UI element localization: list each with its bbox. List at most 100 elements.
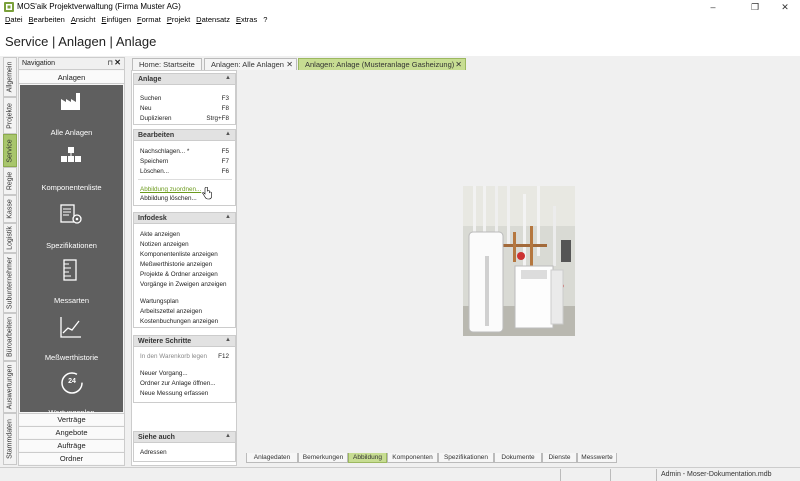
navigation-header: Navigation ⊓ ✕ xyxy=(19,58,124,70)
window-title: MOS'aik Projektverwaltung (Firma Muster … xyxy=(17,2,181,11)
btab-abbildung[interactable]: Abbildung xyxy=(348,453,387,463)
close-tab-icon[interactable]: ✕ xyxy=(286,59,293,70)
menu-bar: Datei Bearbeiten Ansicht Einfügen Format Proj… xyxy=(0,14,800,26)
vtab-service[interactable]: Service xyxy=(3,134,17,167)
group-infodesk: Infodesk ▲ Akte anzeigen Notizen anzeigen… xyxy=(133,212,236,328)
collapse-icon[interactable]: ▲ xyxy=(225,75,231,81)
close-tab-icon[interactable]: ✕ xyxy=(455,59,462,70)
status-divider xyxy=(610,469,611,481)
vtab-regie[interactable]: Regie xyxy=(3,167,17,195)
action-messwerthistorie-anzeigen[interactable]: Meßwerthistorie anzeigen xyxy=(140,261,212,268)
group-title: Siehe auch xyxy=(138,434,175,441)
nav-item-spezifikationen[interactable]: Spezifikationen xyxy=(20,198,123,258)
group-anlage: Anlage ▲ Suchen F3 Neu F8 Duplizieren Strg+F… xyxy=(133,73,236,125)
title-bar: MOS'aik Projektverwaltung (Firma Muster … xyxy=(0,0,800,14)
tab-anlage-musteranlage[interactable]: Anlagen: Anlage (Musteranlage Gasheizung… xyxy=(298,58,466,70)
action-abbildung-zuordnen[interactable]: Abbildung zuordnen... xyxy=(140,186,201,193)
menu-extras[interactable]: Extras xyxy=(236,14,257,26)
tab-startseite[interactable]: Home: Startseite xyxy=(132,58,202,70)
menu-datei[interactable]: Datei xyxy=(5,14,23,26)
btab-dienste[interactable]: Dienste xyxy=(542,453,577,463)
specification-gear-icon xyxy=(60,204,82,224)
restore-button[interactable]: ❐ xyxy=(740,0,770,14)
nav-item-alle-anlagen[interactable]: Alle Anlagen xyxy=(20,85,123,145)
vtab-auswertungen[interactable]: Auswertungen xyxy=(3,361,17,413)
collapse-icon[interactable]: ▲ xyxy=(225,337,231,343)
action-kostenbuchungen-anzeigen[interactable]: Kostenbuchungen anzeigen xyxy=(140,318,218,325)
vertical-tab-strip: Allgemein Projekte Service Regie Kasse L… xyxy=(2,57,18,465)
vtab-bueroarbeiten[interactable]: Büroarbeiten xyxy=(3,313,17,361)
factory-icon xyxy=(61,93,80,110)
tab-alle-anlagen[interactable]: Anlagen: Alle Anlagen ✕ xyxy=(204,58,297,70)
group-title: Weitere Schritte xyxy=(138,338,192,345)
nav-bottom-auftraege[interactable]: Aufträge xyxy=(19,439,124,451)
menu-bearbeiten[interactable]: Bearbeiten xyxy=(29,14,65,26)
group-title: Anlage xyxy=(138,76,162,83)
action-loeschen[interactable]: Löschen... xyxy=(140,168,169,175)
action-akte-anzeigen[interactable]: Akte anzeigen xyxy=(140,231,180,238)
menu-help[interactable]: ? xyxy=(263,14,267,26)
btab-dokumente[interactable]: Dokumente xyxy=(494,453,542,463)
group-title: Infodesk xyxy=(138,215,167,222)
action-arbeitszettel-anzeigen[interactable]: Arbeitszettel anzeigen xyxy=(140,308,202,315)
action-vorgaenge-anzeigen[interactable]: Vorgänge in Zweigen anzeigen xyxy=(140,281,226,288)
action-projekte-ordner-anzeigen[interactable]: Projekte & Ordner anzeigen xyxy=(140,271,218,278)
btab-komponenten[interactable]: Komponenten xyxy=(387,453,438,463)
document-tabs: Home: Startseite Anlagen: Alle Anlagen ✕ … xyxy=(132,58,800,70)
action-neu[interactable]: Neu xyxy=(140,105,152,112)
vtab-allgemein[interactable]: Allgemein xyxy=(3,57,17,97)
nav-bottom-angebote[interactable]: Angebote xyxy=(19,426,124,438)
btab-messwerte[interactable]: Messwerte xyxy=(577,453,617,463)
action-ordner-oeffnen[interactable]: Ordner zur Anlage öffnen... xyxy=(140,380,216,387)
collapse-icon[interactable]: ▲ xyxy=(225,214,231,220)
navigation-title: Navigation xyxy=(22,60,56,67)
menu-einfuegen[interactable]: Einfügen xyxy=(101,14,131,26)
group-siehe-auch: Siehe auch ▲ Adressen xyxy=(133,431,236,462)
action-pane: Anlage ▲ Suchen F3 Neu F8 Duplizieren Strg+F… xyxy=(131,70,237,466)
action-notizen-anzeigen[interactable]: Notizen anzeigen xyxy=(140,241,189,248)
components-icon xyxy=(61,147,81,162)
page-title: Service | Anlagen | Anlage xyxy=(5,34,157,49)
vtab-kasse[interactable]: Kasse xyxy=(3,195,17,223)
action-duplizieren[interactable]: Duplizieren xyxy=(140,115,172,122)
action-wartungsplan[interactable]: Wartungsplan xyxy=(140,298,179,305)
action-suchen[interactable]: Suchen xyxy=(140,95,161,102)
btab-bemerkungen[interactable]: Bemerkungen xyxy=(298,453,348,463)
vtab-stammdaten[interactable]: Stammdaten xyxy=(3,413,17,465)
vtab-logistik[interactable]: Logistik xyxy=(3,223,17,253)
pin-icon[interactable]: ⊓ xyxy=(108,59,113,67)
action-neuer-vorgang[interactable]: Neuer Vorgang... xyxy=(140,370,188,377)
action-warenkorb[interactable]: In den Warenkorb legen xyxy=(140,353,207,360)
menu-ansicht[interactable]: Ansicht xyxy=(71,14,96,26)
collapse-icon[interactable]: ▲ xyxy=(225,433,231,439)
nav-bottom-ordner[interactable]: Ordner xyxy=(19,452,124,464)
nav-bottom-vertraege[interactable]: Verträge xyxy=(19,413,124,425)
nav-item-komponentenliste[interactable]: Komponentenliste xyxy=(20,140,123,200)
action-komponentenliste-anzeigen[interactable]: Komponentenliste anzeigen xyxy=(140,251,218,258)
menu-datensatz[interactable]: Datensatz xyxy=(196,14,230,26)
action-speichern[interactable]: Speichern xyxy=(140,158,168,165)
chart-line-icon xyxy=(60,317,81,338)
page-header: Service | Anlagen | Anlage xyxy=(0,26,800,56)
menu-format[interactable]: Format xyxy=(137,14,161,26)
measuring-icon xyxy=(63,259,77,281)
action-nachschlagen[interactable]: Nachschlagen... * xyxy=(140,148,189,155)
action-adressen[interactable]: Adressen xyxy=(140,449,167,456)
menu-projekt[interactable]: Projekt xyxy=(167,14,190,26)
btab-anlagedaten[interactable]: Anlagedaten xyxy=(246,453,298,463)
nav-item-messarten[interactable]: Messarten xyxy=(20,253,123,313)
collapse-icon[interactable]: ▲ xyxy=(225,131,231,137)
vtab-subunternehmer[interactable]: Subunternehmer xyxy=(3,253,17,313)
navigation-panel: Navigation ⊓ ✕ Anlagen Alle Anlagen Komp… xyxy=(18,57,125,466)
close-window-button[interactable]: ✕ xyxy=(770,0,800,14)
status-divider xyxy=(656,469,657,481)
navigation-section-anlagen[interactable]: Anlagen xyxy=(19,71,124,84)
detail-tabs: Anlagedaten Bemerkungen Abbildung Kompon… xyxy=(242,453,800,464)
action-abbildung-loeschen[interactable]: Abbildung löschen... xyxy=(140,195,197,202)
action-neue-messung[interactable]: Neue Messung erfassen xyxy=(140,390,208,397)
close-navigation-icon[interactable]: ✕ xyxy=(114,58,121,67)
vtab-projekte[interactable]: Projekte xyxy=(3,97,17,134)
nav-item-messwerthistorie[interactable]: Meßwerthistorie xyxy=(20,310,123,370)
btab-spezifikationen[interactable]: Spezifikationen xyxy=(438,453,494,463)
minimize-button[interactable]: – xyxy=(698,0,728,14)
